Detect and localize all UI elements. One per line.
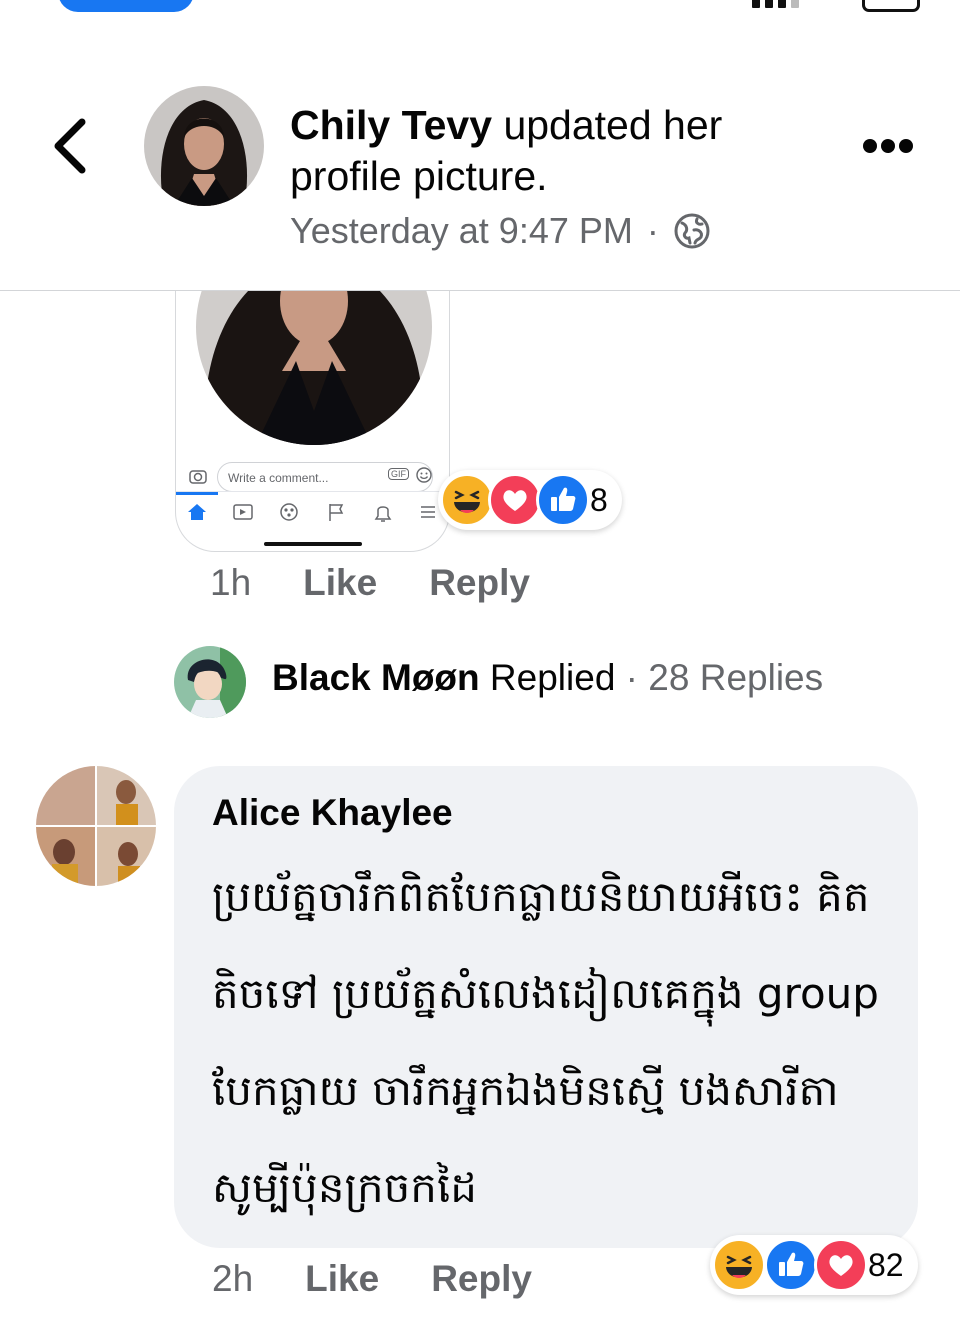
bell-icon xyxy=(374,506,392,522)
comment-time[interactable]: 1h xyxy=(210,562,251,604)
gif-icon: GIF xyxy=(388,468,409,480)
back-button[interactable] xyxy=(52,118,88,179)
meta-separator: · xyxy=(646,210,659,251)
status-bar-pill xyxy=(58,0,194,12)
more-horizontal-icon xyxy=(863,139,913,153)
replies-separator: · xyxy=(615,657,649,698)
replies-summary[interactable]: Black Møøn Replied · 28 Replies xyxy=(272,657,823,699)
commenter-avatar[interactable] xyxy=(36,766,156,886)
groups-icon xyxy=(280,503,298,521)
camera-icon xyxy=(189,468,207,489)
header-divider xyxy=(0,290,960,291)
reply-button[interactable]: Reply xyxy=(429,562,530,604)
reply-button[interactable]: Reply xyxy=(431,1258,532,1300)
reaction-count: 8 xyxy=(590,482,608,518)
love-reaction-icon xyxy=(488,473,542,527)
pages-flag-icon xyxy=(329,504,344,521)
reactions-summary[interactable]: 8 xyxy=(438,470,622,530)
haha-reaction-icon xyxy=(440,473,494,527)
screenshot-profile-photo xyxy=(196,291,432,445)
battery-icon xyxy=(862,0,920,12)
like-reaction-icon xyxy=(536,473,590,527)
chevron-left-icon xyxy=(54,118,86,174)
comment-screenshot-image[interactable]: Write a comment... GIF xyxy=(175,291,450,552)
comment-bubble[interactable]: Alice Khaylee ប្រយ័ត្នចារឹកពិតបែកធ្លាយនិ… xyxy=(174,766,918,1248)
globe-icon xyxy=(674,213,710,249)
like-reaction-icon xyxy=(764,1238,818,1292)
comment-reactions-summary[interactable]: 82 xyxy=(710,1235,918,1295)
post-meta: Yesterday at 9:47 PM · xyxy=(290,210,711,252)
like-button[interactable]: Like xyxy=(303,562,377,604)
screenshot-nav-bar xyxy=(176,491,449,532)
replied-label: Replied xyxy=(479,657,616,698)
reaction-count: 82 xyxy=(868,1247,904,1283)
haha-reaction-icon xyxy=(712,1238,766,1292)
active-tab-indicator xyxy=(176,492,218,495)
post-timestamp[interactable]: Yesterday at 9:47 PM xyxy=(290,210,633,252)
comment-time[interactable]: 2h xyxy=(212,1258,253,1300)
signal-icon xyxy=(752,0,804,8)
author-avatar[interactable] xyxy=(144,86,264,206)
menu-icon xyxy=(421,506,435,518)
love-reaction-icon xyxy=(814,1238,868,1292)
replier-avatar[interactable] xyxy=(174,646,246,718)
emoji-icon xyxy=(416,467,432,488)
more-options-button[interactable] xyxy=(862,138,914,159)
home-icon xyxy=(188,504,206,520)
comment-text: ប្រយ័ត្នចារឹកពិតបែកធ្លាយនិយាយអីចេះ គិតតិ… xyxy=(212,872,879,1212)
post-title: Chily Tevy updated her profile picture. xyxy=(290,100,830,202)
like-button[interactable]: Like xyxy=(305,1258,379,1300)
author-name[interactable]: Chily Tevy xyxy=(290,102,492,148)
home-indicator xyxy=(264,542,362,546)
commenter-name[interactable]: Alice Khaylee xyxy=(212,792,453,834)
replier-name[interactable]: Black Møøn xyxy=(272,657,480,698)
comment-actions: 1h Like Reply xyxy=(210,562,582,604)
comment-actions: 2h Like Reply xyxy=(212,1258,584,1300)
replies-count[interactable]: 28 Replies xyxy=(648,657,823,698)
